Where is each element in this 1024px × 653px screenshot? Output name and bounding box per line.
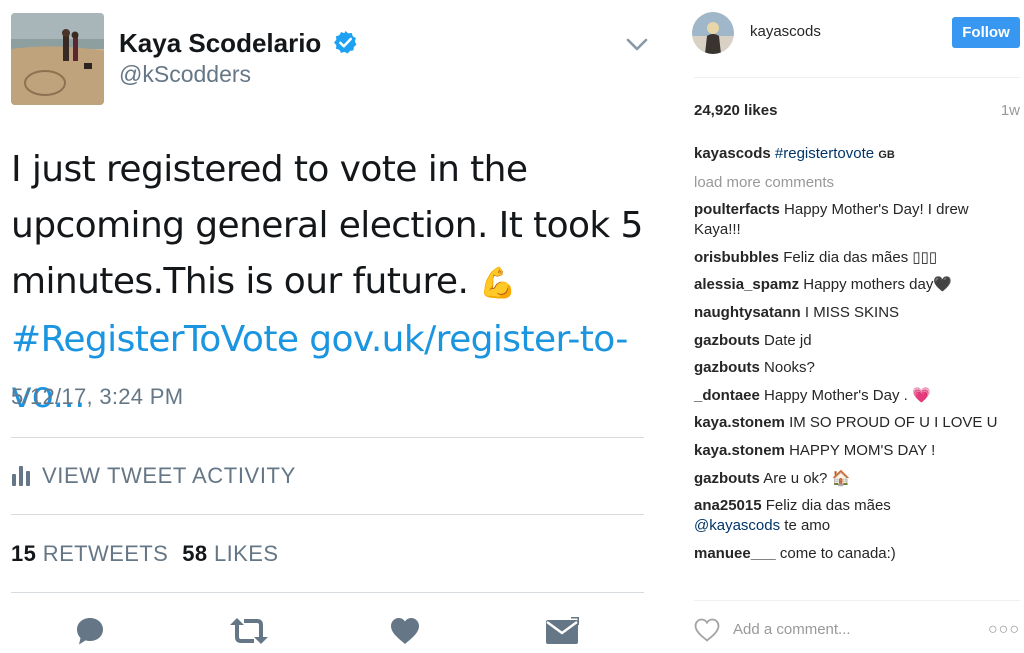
comment-user[interactable]: gazbouts bbox=[694, 359, 760, 376]
comment-item: gazbouts Date jd bbox=[694, 331, 1014, 351]
likes-count[interactable]: 24,920 likes bbox=[694, 102, 777, 119]
heart-outline-icon[interactable] bbox=[694, 618, 720, 642]
tweet-display-name[interactable]: Kaya Scodelario bbox=[119, 28, 321, 59]
divider bbox=[11, 514, 644, 515]
bar-chart-icon[interactable] bbox=[12, 466, 30, 486]
comment-text: Happy Mother's Day . 💗 bbox=[764, 386, 931, 404]
likes-stat[interactable]: 58 LIKES bbox=[182, 541, 278, 566]
comment-text-after: te amo bbox=[780, 517, 831, 535]
retweet-icon bbox=[230, 618, 268, 644]
direct-message-icon bbox=[546, 617, 579, 644]
comment-item: kaya.stonem HAPPY MOM'S DAY ! bbox=[694, 441, 1014, 461]
caret-down-icon[interactable] bbox=[626, 38, 648, 52]
comment-user[interactable]: _dontaee bbox=[694, 387, 760, 404]
comment-user[interactable]: alessia_spamz bbox=[694, 276, 799, 293]
comment-user[interactable]: poulterfacts bbox=[694, 201, 780, 218]
divider bbox=[694, 600, 1020, 601]
comment-user[interactable]: ana25015 bbox=[694, 497, 762, 514]
comment-user[interactable]: kaya.stonem bbox=[694, 414, 785, 431]
comment-text: Happy mothers day🖤 bbox=[803, 276, 952, 294]
comment-item: ana25015 Feliz dia das mães @kayascods te… bbox=[694, 496, 1014, 536]
flexed-biceps-emoji: 💪 bbox=[479, 266, 516, 301]
comment-item: kaya.stonem IM SO PROUD OF U I LOVE U bbox=[694, 413, 1014, 433]
tweet-body: I just registered to vote in the upcomin… bbox=[11, 149, 643, 302]
instagram-avatar[interactable] bbox=[692, 12, 734, 54]
comment-item: orisbubbles Feliz dia das mães ▯▯▯ bbox=[694, 248, 1014, 268]
view-tweet-activity-link[interactable]: VIEW TWEET ACTIVITY bbox=[42, 463, 296, 489]
divider bbox=[11, 592, 644, 593]
add-comment-input[interactable]: Add a comment... bbox=[733, 621, 851, 638]
tweet-stats: 15 RETWEETS 58 LIKES bbox=[11, 541, 278, 567]
comment-text: Feliz dia das mães ▯▯▯ bbox=[783, 248, 938, 266]
caption-user[interactable]: kayascods bbox=[694, 145, 771, 162]
reply-button[interactable] bbox=[72, 614, 108, 648]
divider bbox=[694, 77, 1020, 78]
tweet-text: I just registered to vote in the upcomin… bbox=[11, 142, 651, 424]
comment-text: Nooks? bbox=[764, 359, 815, 377]
comment-user[interactable]: kaya.stonem bbox=[694, 442, 785, 459]
comment-user[interactable]: naughtysatann bbox=[694, 304, 801, 321]
comment-user[interactable]: gazbouts bbox=[694, 332, 760, 349]
comment-text: HAPPY MOM'S DAY ! bbox=[789, 441, 936, 459]
comment-text: I MISS SKINS bbox=[804, 303, 900, 321]
comment-item: manuee___ come to canada:) bbox=[694, 544, 1014, 564]
comment-user[interactable]: manuee___ bbox=[694, 545, 776, 562]
direct-message-button[interactable] bbox=[544, 614, 580, 648]
comment-item: gazbouts Are u ok? 🏠 bbox=[694, 469, 1014, 489]
comment-item: _dontaee Happy Mother's Day . 💗 bbox=[694, 386, 1014, 406]
tweet-handle[interactable]: @kScodders bbox=[119, 61, 251, 88]
load-more-comments-link[interactable]: load more comments bbox=[694, 173, 1014, 193]
likes-label: LIKES bbox=[214, 541, 279, 566]
post-age[interactable]: 1w bbox=[1001, 102, 1020, 119]
retweets-stat[interactable]: 15 RETWEETS bbox=[11, 541, 168, 566]
retweets-label: RETWEETS bbox=[42, 541, 169, 566]
tweet-card: Kaya Scodelario @kScodders I just regist… bbox=[0, 0, 660, 653]
comment-item: gazbouts Nooks? bbox=[694, 358, 1014, 378]
comment-user[interactable]: gazbouts bbox=[694, 470, 760, 487]
heart-icon bbox=[391, 618, 419, 644]
comment-text: Are u ok? 🏠 bbox=[763, 469, 851, 487]
follow-button[interactable]: Follow bbox=[952, 17, 1020, 48]
comments-list: kayascods #registertovote GB load more c… bbox=[694, 144, 1014, 571]
retweets-count: 15 bbox=[11, 541, 37, 566]
flag-gb: GB bbox=[878, 149, 895, 161]
caption-hashtag[interactable]: #registertovote bbox=[775, 145, 874, 162]
comment-mention[interactable]: @kayascods bbox=[694, 517, 780, 534]
verified-badge-icon bbox=[334, 31, 357, 54]
comment-item: poulterfacts Happy Mother's Day! I drew … bbox=[694, 200, 1014, 240]
hashtag-link[interactable]: #RegisterToVote bbox=[11, 319, 299, 360]
comment-text: come to canada:) bbox=[779, 544, 896, 562]
comment-text: IM SO PROUD OF U I LOVE U bbox=[789, 414, 998, 432]
reply-icon bbox=[77, 618, 103, 645]
comment-user[interactable]: orisbubbles bbox=[694, 249, 779, 266]
like-button[interactable] bbox=[387, 614, 423, 648]
comment-item: alessia_spamz Happy mothers day🖤 bbox=[694, 275, 1014, 295]
comment-text: Feliz dia das mães bbox=[765, 497, 891, 515]
more-options-icon[interactable]: ○○○ bbox=[988, 621, 1020, 639]
comment-text: Date jd bbox=[764, 331, 812, 349]
likes-count: 58 bbox=[182, 541, 208, 566]
comment-item: naughtysatann I MISS SKINS bbox=[694, 303, 1014, 323]
retweet-button[interactable] bbox=[228, 614, 270, 648]
instagram-post-panel: kayascods Follow 24,920 likes 1w kayasco… bbox=[660, 0, 1024, 653]
instagram-username[interactable]: kayascods bbox=[750, 23, 821, 40]
divider bbox=[11, 437, 644, 438]
tweet-author-avatar[interactable] bbox=[11, 13, 104, 105]
caption: kayascods #registertovote GB bbox=[694, 144, 1014, 165]
tweet-timestamp[interactable]: 5/12/17, 3:24 PM bbox=[11, 384, 183, 410]
